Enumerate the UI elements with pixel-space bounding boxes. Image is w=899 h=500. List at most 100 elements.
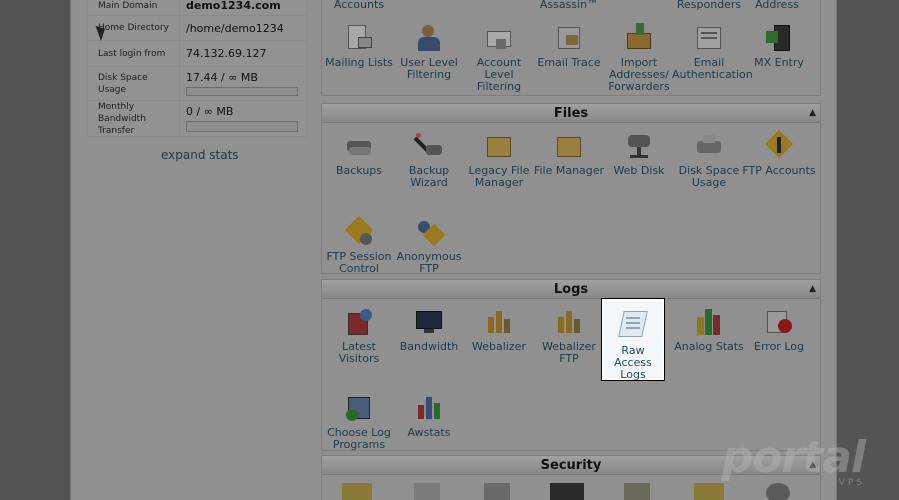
stat-value: 17.44 / ∞ MB bbox=[186, 71, 258, 84]
item-label: FTP Accounts bbox=[742, 164, 816, 177]
folder-icon bbox=[554, 131, 584, 161]
item-label: Web Disk bbox=[613, 164, 665, 177]
legacy-file-manager-item[interactable]: Legacy File Manager bbox=[462, 131, 536, 189]
anonymous-ftp-item[interactable]: Anonymous FTP bbox=[392, 217, 466, 275]
disk-usage-bar bbox=[186, 87, 298, 96]
item-label: Legacy File Manager bbox=[468, 164, 530, 189]
logs-panel: Logs ▲ Latest Visitors Bandwidth Webaliz… bbox=[321, 279, 821, 451]
webalizer-ftp-item[interactable]: Webalizer FTP bbox=[532, 307, 606, 365]
item-label: Choose Log Programs bbox=[327, 426, 391, 451]
ftp-session-icon bbox=[344, 215, 374, 247]
item-label: Mailing Lists bbox=[325, 56, 393, 69]
bandwidth-monitor-icon bbox=[414, 307, 444, 337]
analog-stats-item[interactable]: Analog Stats bbox=[672, 307, 746, 353]
stat-row-disk-space: Disk Space Usage 17.44 / ∞ MB bbox=[87, 67, 307, 101]
email-trace-icon bbox=[554, 23, 584, 53]
logs-panel-header[interactable]: Logs ▲ bbox=[322, 280, 820, 299]
security-icon-2[interactable] bbox=[414, 483, 440, 500]
item-label: File Manager bbox=[533, 164, 605, 177]
webalizer-ftp-icon bbox=[554, 307, 584, 337]
stat-label: Last login from bbox=[88, 41, 180, 66]
watermark: portal VPS bbox=[721, 432, 866, 489]
panel-title: Files bbox=[553, 106, 589, 121]
error-log-item[interactable]: Error Log bbox=[742, 307, 816, 353]
awstats-item[interactable]: Awstats bbox=[392, 393, 466, 439]
header-accounts[interactable]: Accounts bbox=[322, 0, 396, 11]
watermark-logo: portal bbox=[721, 432, 866, 483]
header-address[interactable]: Address bbox=[740, 0, 814, 11]
backup-wizard-item[interactable]: Backup Wizard bbox=[392, 131, 466, 189]
account-level-filtering-item[interactable]: Account Level Filtering bbox=[462, 23, 536, 93]
header-assassin[interactable]: Assassin™ bbox=[532, 0, 606, 11]
item-label: Webalizer bbox=[472, 340, 526, 353]
email-trace-item[interactable]: Email Trace bbox=[532, 23, 606, 69]
import-box-icon bbox=[624, 23, 654, 53]
choose-log-programs-item[interactable]: Choose Log Programs bbox=[322, 393, 396, 451]
import-addresses-item[interactable]: Import Addresses/ Forwarders bbox=[602, 23, 676, 93]
stat-value: 74.132.69.127 bbox=[186, 47, 267, 60]
mx-server-icon bbox=[764, 23, 794, 53]
email-authentication-item[interactable]: Email Authentication bbox=[672, 23, 753, 81]
item-label: Backup Wizard bbox=[408, 164, 450, 189]
item-label: Error Log bbox=[754, 340, 804, 353]
collapse-arrow-icon[interactable]: ▲ bbox=[809, 104, 816, 123]
stat-row-bandwidth: Monthly Bandwidth Transfer 0 / ∞ MB bbox=[87, 101, 307, 137]
stat-label: Monthly Bandwidth Transfer bbox=[88, 101, 180, 136]
raw-logs-page-icon bbox=[616, 307, 650, 341]
stat-label: Disk Space Usage bbox=[88, 67, 180, 100]
raw-access-logs-item[interactable]: Raw Access Logs bbox=[602, 299, 664, 381]
security-icon-3[interactable] bbox=[484, 483, 510, 500]
files-panel-header[interactable]: Files ▲ bbox=[322, 104, 820, 123]
backups-item[interactable]: Backups bbox=[322, 131, 396, 177]
web-disk-item[interactable]: Web Disk bbox=[602, 131, 676, 177]
item-label: Import Addresses/ Forwarders bbox=[608, 56, 670, 93]
security-icon-1[interactable] bbox=[342, 483, 372, 500]
security-icon-5[interactable] bbox=[624, 483, 650, 500]
web-disk-icon bbox=[624, 131, 654, 161]
panel-title: Security bbox=[540, 458, 602, 473]
stat-row-main-domain: Main Domain demo1234.com bbox=[87, 0, 307, 16]
item-label: Backups bbox=[335, 164, 383, 177]
collapse-arrow-icon[interactable]: ▲ bbox=[809, 280, 816, 299]
webalizer-item[interactable]: Webalizer bbox=[462, 307, 536, 353]
item-label: MX Entry bbox=[754, 56, 804, 69]
item-label: User Level Filtering bbox=[400, 56, 458, 81]
choose-log-icon bbox=[344, 393, 374, 423]
mail-panel: Accounts Assassin™ Responders Address Ma… bbox=[321, 0, 821, 96]
security-icon-4[interactable] bbox=[550, 483, 584, 500]
latest-visitors-item[interactable]: Latest Visitors bbox=[322, 307, 396, 365]
error-log-icon bbox=[764, 307, 794, 337]
item-label: Raw Access Logs bbox=[614, 344, 652, 381]
latest-visitors-icon bbox=[344, 307, 374, 337]
ftp-accounts-item[interactable]: FTP Accounts bbox=[742, 129, 816, 177]
stat-row-last-login: Last login from 74.132.69.127 bbox=[87, 41, 307, 67]
stat-value: demo1234.com bbox=[186, 0, 281, 12]
backups-icon bbox=[344, 131, 374, 161]
stat-value: 0 / ∞ MB bbox=[186, 105, 234, 118]
item-label: Awstats bbox=[407, 426, 451, 439]
mx-entry-item[interactable]: MX Entry bbox=[742, 23, 816, 69]
folder-icon bbox=[484, 131, 514, 161]
expand-stats-link[interactable]: expand stats bbox=[161, 148, 239, 162]
bandwidth-item[interactable]: Bandwidth bbox=[392, 307, 466, 353]
user-level-filtering-item[interactable]: User Level Filtering bbox=[392, 23, 466, 81]
security-icon-6[interactable] bbox=[694, 483, 724, 500]
user-filter-icon bbox=[414, 23, 444, 53]
item-label: Account Level Filtering bbox=[476, 56, 522, 93]
mailing-lists-item[interactable]: Mailing Lists bbox=[322, 23, 396, 69]
stat-value: /home/demo1234 bbox=[186, 21, 284, 35]
item-label: Webalizer FTP bbox=[542, 340, 596, 365]
header-responders[interactable]: Responders bbox=[672, 0, 746, 11]
disk-space-usage-item[interactable]: Disk Space Usage bbox=[672, 131, 746, 189]
item-label: Email Trace bbox=[537, 56, 601, 69]
item-label: Anonymous FTP bbox=[396, 250, 462, 275]
analog-stats-icon bbox=[694, 307, 724, 337]
cpanel-page: Main Domain demo1234.com Home Directory … bbox=[70, 0, 837, 500]
file-manager-item[interactable]: File Manager bbox=[532, 131, 606, 177]
mailing-lists-icon bbox=[344, 23, 374, 53]
stat-row-home-directory: Home Directory /home/demo1234 bbox=[87, 16, 307, 41]
stat-value-wrap: 0 / ∞ MB bbox=[180, 101, 306, 136]
email-auth-icon bbox=[694, 23, 724, 53]
anonymous-ftp-icon bbox=[414, 217, 446, 247]
ftp-session-control-item[interactable]: FTP Session Control bbox=[322, 215, 396, 275]
